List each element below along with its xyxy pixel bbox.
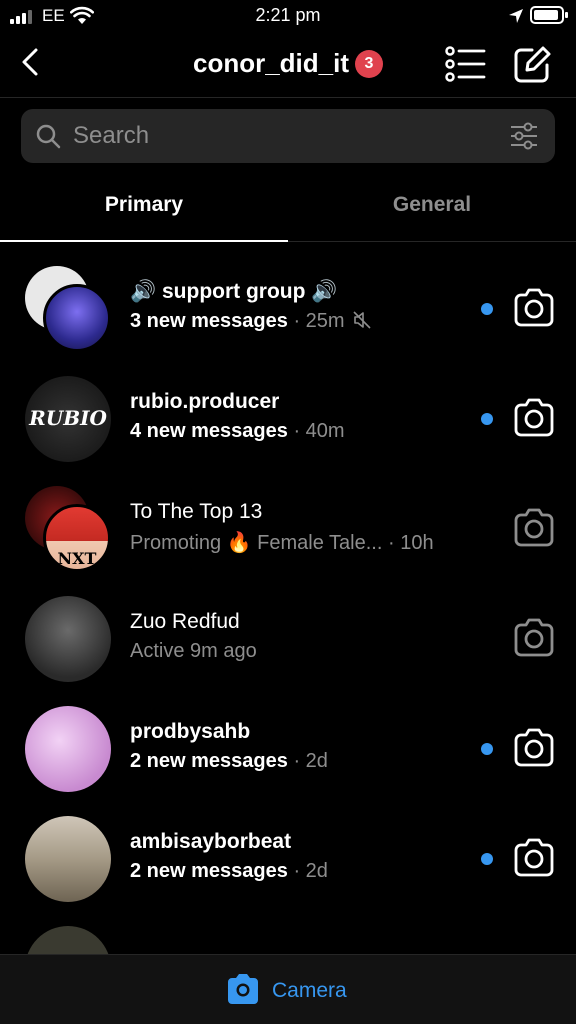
notification-badge: 3 [355, 49, 383, 78]
thread-time: · 2d [293, 750, 328, 772]
thread-row[interactable]: ambisayborbeat 2 new messages · 2d [0, 804, 576, 914]
preview-text: Active 9m ago [130, 640, 257, 662]
clock: 2:21 pm [255, 5, 321, 25]
thread-name: ambisayborbeat [130, 830, 292, 853]
unread-dot [481, 743, 493, 755]
camera-icon[interactable] [512, 838, 556, 878]
status-bar: EE 2:21 pm [0, 0, 576, 34]
camera-icon[interactable] [512, 398, 556, 438]
unread-dot [481, 853, 493, 865]
avatar-text: RUBIO [29, 406, 107, 430]
preview-text: 2 new messages [130, 860, 288, 882]
header: conor_did_it 3 [0, 34, 576, 98]
camera-icon [228, 974, 258, 1004]
thread-time: · 10h [387, 532, 434, 554]
search-input[interactable] [73, 117, 493, 155]
camera-label: Camera [272, 979, 347, 1002]
thread-row[interactable]: RUBIO rubio.producer 4 new messages · 40… [0, 364, 576, 474]
thread-name: Zuo Redfud [130, 610, 240, 633]
tab-general[interactable]: General [288, 172, 576, 242]
preview-text: Promoting 🔥 Female Tale... [130, 532, 383, 554]
thread-name: prodbysahb [130, 720, 251, 743]
battery-icon [530, 6, 568, 24]
avatar [25, 596, 111, 682]
thread-list: 🔊 support group 🔊 3 new messages · 25m R… [0, 254, 576, 954]
filter-icon[interactable] [509, 122, 539, 150]
thread-name: rubio.producer [130, 390, 280, 413]
avatar [25, 926, 111, 954]
account-switcher[interactable]: conor_did_it 3 [0, 48, 576, 79]
thread-preview: Promoting 🔥 Female Tale... · 10h [130, 530, 434, 555]
unread-dot [481, 303, 493, 315]
compose-icon[interactable] [512, 44, 554, 84]
list-icon[interactable] [444, 44, 486, 84]
thread-name: To The Top 13 [130, 500, 263, 523]
thread-preview: 2 new messages · 2d [130, 860, 328, 883]
preview-text: 4 new messages [130, 420, 288, 442]
thread-time: · 40m [293, 420, 345, 442]
search-bar [21, 109, 555, 163]
thread-row[interactable]: 🔊 support group 🔊 3 new messages · 25m [0, 254, 576, 364]
thread-row[interactable] [0, 914, 576, 954]
thread-preview: Active 9m ago [130, 640, 257, 663]
thread-preview: 3 new messages · 25m [130, 310, 372, 333]
avatar: NXT [25, 486, 111, 572]
thread-row[interactable]: Zuo Redfud Active 9m ago [0, 584, 576, 694]
thread-time: · 2d [293, 860, 328, 882]
avatar [25, 816, 111, 902]
thread-name: 🔊 support group 🔊 [130, 280, 338, 303]
camera-icon[interactable] [512, 618, 556, 658]
camera-icon[interactable] [512, 728, 556, 768]
tab-primary[interactable]: Primary [0, 172, 288, 242]
search-icon [36, 124, 61, 149]
thread-row[interactable]: NXT To The Top 13 Promoting 🔥 Female Tal… [0, 474, 576, 584]
avatar [25, 706, 111, 792]
camera-icon[interactable] [512, 288, 556, 328]
camera-icon[interactable] [512, 508, 556, 548]
bottom-camera-bar[interactable]: Camera [0, 954, 576, 1024]
page-title: conor_did_it [192, 48, 349, 78]
location-arrow-icon [509, 9, 523, 23]
thread-preview: 4 new messages · 40m [130, 420, 345, 443]
unread-dot [481, 413, 493, 425]
preview-text: 3 new messages [130, 310, 288, 332]
thread-preview: 2 new messages · 2d [130, 750, 328, 773]
thread-time: · 25m [293, 310, 345, 332]
avatar: RUBIO [25, 376, 111, 462]
avatar [25, 266, 111, 352]
preview-text: 2 new messages [130, 750, 288, 772]
thread-row[interactable]: prodbysahb 2 new messages · 2d [0, 694, 576, 804]
avatar-text: NXT [57, 549, 97, 568]
inbox-tabs: Primary General [0, 172, 576, 242]
muted-icon [353, 311, 371, 329]
